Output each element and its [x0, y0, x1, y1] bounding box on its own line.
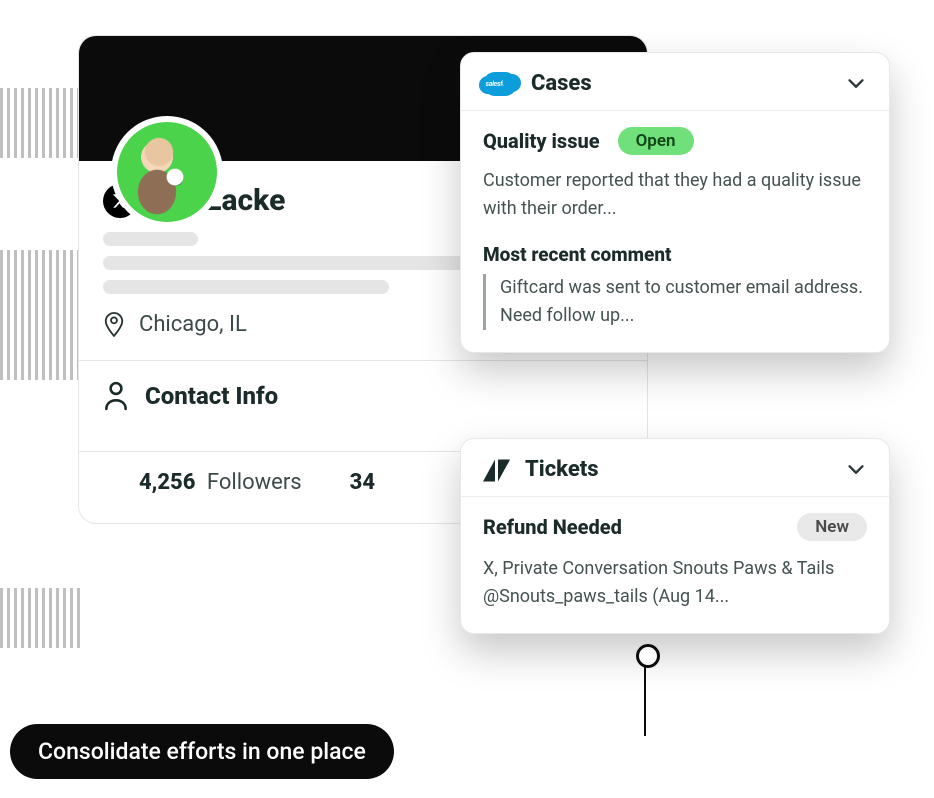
- followers-stat[interactable]: 4,256 Followers: [139, 470, 302, 495]
- followers-count: 4,256: [139, 470, 195, 495]
- status-badge-new: New: [797, 513, 867, 541]
- stat-partial: 34: [350, 470, 381, 495]
- connector-line: [644, 654, 646, 736]
- ticket-title[interactable]: Refund Needed: [483, 515, 797, 539]
- tickets-panel: Tickets Refund Needed New X, Private Con…: [460, 438, 890, 634]
- chevron-down-icon[interactable]: [845, 73, 867, 95]
- salesforce-icon: salesforce: [483, 72, 517, 96]
- ticket-description: X, Private Conversation Snouts Paws & Ta…: [483, 555, 867, 611]
- zendesk-icon: [483, 458, 511, 482]
- chevron-down-icon[interactable]: [845, 459, 867, 481]
- cases-panel-title: Cases: [531, 71, 831, 96]
- avatar[interactable]: [111, 116, 223, 228]
- location-pin-icon: [103, 310, 125, 338]
- followers-label: Followers: [207, 470, 302, 495]
- contact-info-heading[interactable]: Contact Info: [145, 382, 278, 410]
- decorative-hatch: [0, 588, 80, 648]
- cases-panel: salesforce Cases Quality issue Open Cust…: [460, 52, 890, 353]
- case-title[interactable]: Quality issue: [483, 129, 600, 153]
- profile-location: Chicago, IL: [139, 312, 247, 337]
- recent-comment-heading: Most recent comment: [483, 243, 867, 266]
- tickets-panel-title: Tickets: [525, 457, 831, 482]
- caption-pill: Consolidate efforts in one place: [10, 724, 394, 779]
- person-icon: [103, 381, 129, 411]
- recent-comment-text: Giftcard was sent to customer email addr…: [483, 274, 867, 330]
- case-description: Customer reported that they had a qualit…: [483, 167, 867, 223]
- decorative-hatch: [0, 88, 80, 158]
- decorative-hatch: [0, 250, 80, 380]
- status-badge-open: Open: [618, 127, 694, 155]
